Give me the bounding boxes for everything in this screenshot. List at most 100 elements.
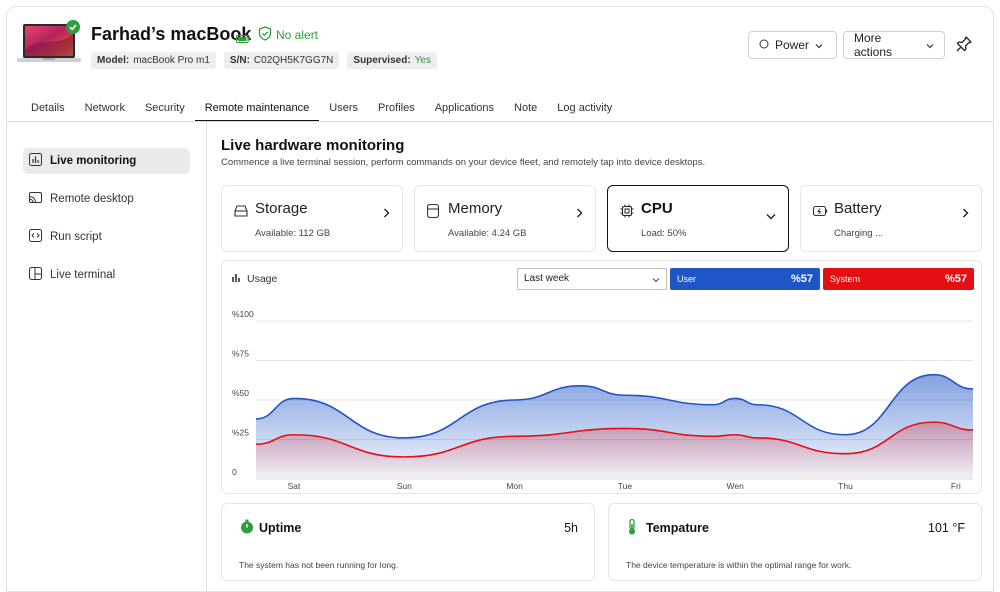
code-icon — [29, 229, 42, 245]
sidebar: Live monitoring Remote desktop Run scrip… — [7, 122, 207, 591]
temperature-card: Tempature 101 °F The device temperature … — [608, 503, 982, 581]
legend-system-value: %57 — [944, 273, 967, 285]
memory-card[interactable]: Memory Available: 4.24 GB — [414, 185, 596, 252]
uptime-description: The system has not been running for long… — [239, 560, 399, 570]
chip-label: Model: — [97, 55, 130, 66]
card-title: CPU — [641, 200, 673, 217]
usage-area-chart: 0 %25 %50 %75 %100 Sat Sun Mon Tue Wen Thu Fri — [232, 309, 974, 491]
temperature-value: 101 °F — [928, 521, 965, 535]
supervised-chip: Supervised: Yes — [347, 52, 437, 69]
card-title: Memory — [448, 200, 503, 217]
stopwatch-icon — [240, 519, 254, 539]
chip-label: Supervised: — [353, 55, 411, 66]
x-tick-label: Fri — [951, 481, 961, 491]
sidebar-item-label: Run script — [50, 231, 102, 243]
tab-bar: Details Network Security Remote maintena… — [21, 102, 622, 122]
power-button-label: Power — [775, 38, 810, 52]
y-tick-label: %100 — [232, 309, 254, 319]
sidebar-item-live-terminal[interactable]: Live terminal — [23, 262, 190, 288]
cast-icon — [29, 191, 42, 207]
more-actions-label: More actions — [854, 31, 893, 59]
tab-network[interactable]: Network — [75, 102, 135, 122]
drive-icon — [234, 204, 248, 222]
tab-applications[interactable]: Applications — [425, 102, 504, 122]
model-chip: Model: macBook Pro m1 — [91, 52, 216, 69]
serial-chip: S/N: C02QH5K7GG7N — [223, 52, 340, 69]
tab-log-activity[interactable]: Log activity — [547, 102, 622, 122]
chip-value: macBook Pro m1 — [133, 55, 210, 66]
sidebar-item-label: Live monitoring — [50, 155, 137, 167]
uptime-value: 5h — [564, 521, 578, 535]
legend-user-label: User — [677, 274, 697, 284]
alert-text: No alert — [276, 28, 319, 42]
x-tick-label: Wen — [727, 481, 745, 491]
shield-check-icon — [258, 26, 272, 44]
usage-label: Usage — [247, 273, 278, 285]
power-button[interactable]: Power — [748, 31, 837, 59]
chevron-right-icon — [576, 205, 583, 223]
battery-card[interactable]: Battery Charging ... — [800, 185, 982, 252]
chip-icon — [620, 204, 634, 223]
storage-card[interactable]: Storage Available: 112 GB — [221, 185, 403, 252]
chevron-down-icon — [766, 207, 776, 225]
page-title: Live hardware monitoring — [221, 137, 405, 154]
chevron-down-icon — [652, 275, 660, 286]
device-info-chips: Model: macBook Pro m1 S/N: C02QH5K7GG7N Su… — [91, 52, 437, 69]
chip-value: Yes — [414, 55, 431, 66]
card-detail: Available: 4.24 GB — [448, 228, 527, 239]
card-title: Storage — [255, 200, 308, 217]
battery-icon — [812, 204, 828, 222]
chip-value: C02QH5K7GG7N — [253, 55, 334, 66]
pin-icon[interactable] — [955, 35, 973, 58]
chevron-right-icon — [962, 205, 969, 223]
y-tick-label: 0 — [232, 467, 237, 477]
y-tick-label: %75 — [232, 349, 249, 359]
x-tick-label: Mon — [506, 481, 523, 491]
tab-profiles[interactable]: Profiles — [368, 102, 425, 122]
x-tick-label: Tue — [618, 481, 633, 491]
chip-label: S/N: — [229, 55, 250, 66]
temperature-description: The device temperature is within the opt… — [626, 560, 852, 570]
verified-check-icon — [66, 20, 80, 39]
sidebar-item-remote-desktop[interactable]: Remote desktop — [23, 186, 190, 212]
y-tick-label: %50 — [232, 388, 249, 398]
more-actions-button[interactable]: More actions — [843, 31, 945, 59]
legend-user[interactable]: User %57 — [670, 268, 820, 290]
sidebar-item-label: Remote desktop — [50, 193, 134, 205]
period-select-value: Last week — [524, 273, 570, 284]
chart-bars-icon — [29, 153, 42, 169]
tab-remote-maintenance[interactable]: Remote maintenance — [194, 102, 320, 122]
battery-charged-icon — [236, 30, 250, 48]
tab-security[interactable]: Security — [135, 102, 195, 122]
usage-chart-panel: Usage Last week User %57 System %57 0 %25… — [221, 260, 982, 494]
device-name: Farhad’s macBook — [91, 24, 252, 44]
tab-note[interactable]: Note — [504, 102, 547, 122]
power-circle-icon — [759, 38, 769, 52]
card-detail: Available: 112 GB — [255, 228, 331, 239]
usage-heading: Usage — [232, 273, 277, 285]
card-detail: Load: 50% — [641, 228, 687, 239]
sidebar-item-live-monitoring[interactable]: Live monitoring — [23, 148, 190, 174]
temperature-title: Tempature — [646, 521, 709, 535]
chevron-down-icon — [926, 38, 934, 52]
terminal-icon — [29, 267, 42, 283]
alert-status: No alert — [258, 26, 318, 44]
bar-chart-icon — [232, 273, 242, 285]
tab-details[interactable]: Details — [21, 102, 75, 122]
tab-users[interactable]: Users — [319, 102, 368, 122]
legend-system[interactable]: System %57 — [823, 268, 974, 290]
x-tick-label: Sun — [397, 481, 412, 491]
chevron-down-icon — [815, 38, 823, 52]
period-select[interactable]: Last week — [517, 268, 667, 290]
uptime-title: Uptime — [259, 521, 302, 535]
card-title: Battery — [834, 200, 882, 217]
x-tick-label: Thu — [838, 481, 853, 491]
cpu-card[interactable]: CPU Load: 50% — [607, 185, 789, 252]
chevron-right-icon — [383, 205, 390, 223]
x-tick-label: Sat — [288, 481, 301, 491]
uptime-card: Uptime 5h The system has not been runnin… — [221, 503, 595, 581]
sidebar-item-label: Live terminal — [50, 269, 116, 281]
device-page: Farhad’s macBook No alert Model: macBook … — [6, 6, 994, 592]
sidebar-item-run-script[interactable]: Run script — [23, 224, 190, 250]
legend-system-label: System — [830, 274, 861, 284]
